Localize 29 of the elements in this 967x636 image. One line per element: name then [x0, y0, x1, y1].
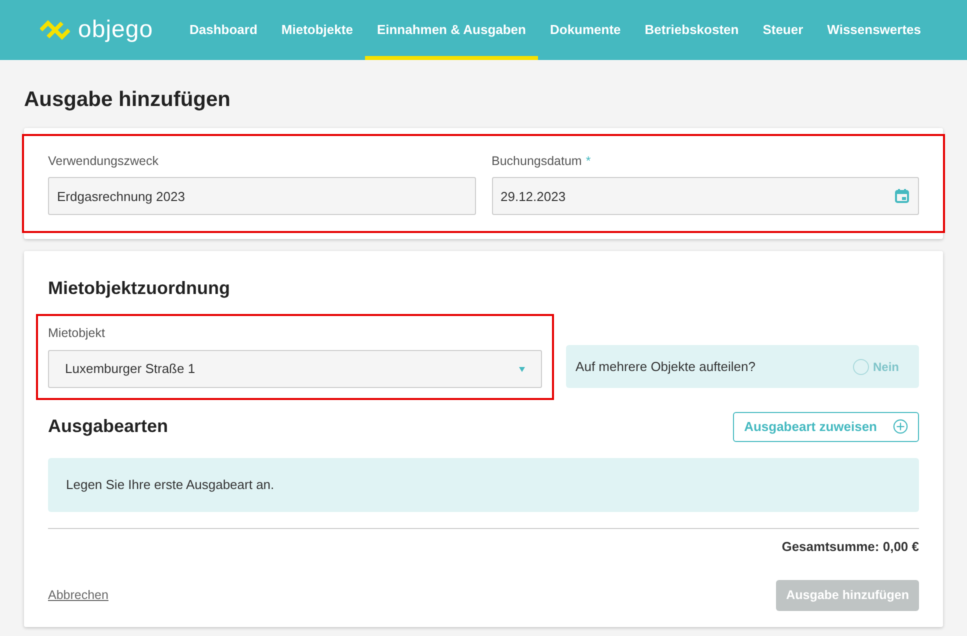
- empty-message: Legen Sie Ihre erste Ausgabeart an.: [66, 476, 274, 494]
- nav-link[interactable]: Wissenswertes: [815, 0, 933, 60]
- calendar-icon[interactable]: [894, 188, 910, 204]
- submit-button: Ausgabe hinzufügen: [776, 580, 919, 611]
- caret-icon: [518, 366, 525, 372]
- date-field[interactable]: 29.12.2023: [492, 177, 919, 216]
- total-sum: Gesamtsumme: 0,00 €: [782, 538, 919, 556]
- nav-link[interactable]: Steuer: [750, 0, 816, 60]
- nav-link[interactable]: Betriebskosten: [632, 0, 751, 60]
- nav-link[interactable]: Dokumente: [538, 0, 633, 60]
- input-field[interactable]: Erdgasrechnung 2023: [48, 177, 476, 216]
- field-label: Mietobjekt: [48, 325, 106, 342]
- plus-icon: [893, 419, 908, 434]
- toggle: Nein: [853, 358, 900, 376]
- add-expense-type-button[interactable]: Ausgabeart zuweisen: [733, 412, 919, 442]
- nav-link[interactable]: Mietobjekte: [269, 0, 365, 60]
- nav-link[interactable]: Dashboard: [178, 0, 270, 60]
- select-field[interactable]: Luxemburger Straße 1: [48, 350, 542, 388]
- field-label: Verwendungszweck: [48, 152, 160, 170]
- nav-link[interactable]: Einnahmen & Ausgaben: [364, 0, 538, 60]
- required-mark: *: [586, 154, 591, 168]
- section-title: Mietobjektzuordnung: [48, 277, 231, 300]
- split-question: Auf mehrere Objekte aufteilen?: [576, 358, 756, 376]
- brand-name: objego: [78, 15, 154, 45]
- logo-icon: [40, 20, 70, 40]
- section-title: Ausgabearten: [48, 415, 168, 438]
- field-label: Buchungsdatum *: [492, 152, 592, 170]
- cancel-link[interactable]: Abbrechen: [48, 586, 108, 605]
- page-title: Ausgabe hinzufügen: [24, 87, 232, 113]
